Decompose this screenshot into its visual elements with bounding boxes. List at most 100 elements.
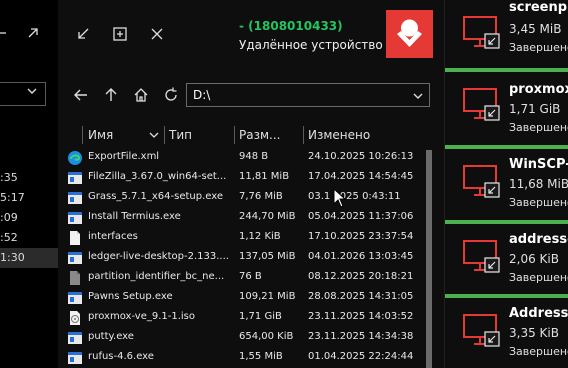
file-date: 23.11.2025 14:03:52 <box>308 311 414 322</box>
restore-arrow-icon[interactable] <box>75 26 91 42</box>
exe-icon <box>68 252 82 264</box>
close-icon[interactable] <box>149 26 165 42</box>
minimize-icon[interactable] <box>0 26 10 40</box>
file-row[interactable]: Grass_5.7.1_x64-setup.exe 7,76 MiB 03.1 … <box>58 188 418 208</box>
home-icon[interactable] <box>132 86 150 104</box>
refresh-icon[interactable] <box>162 86 180 104</box>
remote-monitor-icon <box>463 240 500 273</box>
file-name: Install Termius.exe <box>88 211 181 222</box>
file-name: partition_identifier_bc_ne... <box>88 271 225 282</box>
transfer-list: screenpic_ 3,45 MiB Завершено proxmox- 1… <box>444 0 568 368</box>
exe-icon <box>68 352 82 364</box>
exe-icon <box>68 192 82 204</box>
file-date: 01.04.2025 22:24:44 <box>308 351 414 362</box>
transfer-size: 3,35 KiB <box>509 326 559 340</box>
file-row[interactable]: FileZilla_3.67.0_win64-set... 11,81 MiB … <box>58 168 418 188</box>
transfer-item[interactable]: screenpic_ 3,45 MiB Завершено <box>445 0 568 68</box>
column-header-name[interactable]: Имя <box>88 127 113 143</box>
file-row[interactable]: proxmox-ve_9.1-1.iso 1,71 GiB 23.11.2025… <box>58 308 418 328</box>
transfer-status: Завершено <box>509 271 568 284</box>
file-size: 1,71 GiB <box>239 311 282 322</box>
file-name: ExportFile.xml <box>88 151 160 162</box>
file-row[interactable]: Install Termius.exe 244,70 MiB 05.04.202… <box>58 208 418 228</box>
transfer-size: 2,06 KiB <box>509 252 559 266</box>
back-arrow-icon[interactable] <box>72 86 90 104</box>
file-row[interactable]: ledger-live-desktop-2.133.... 137,05 MiB… <box>58 248 418 268</box>
transfer-size: 11,68 MiB <box>509 177 568 191</box>
progress-bar <box>445 68 568 72</box>
app-logo <box>386 10 433 58</box>
left-row-time-selected[interactable]: 1:30 <box>0 248 58 268</box>
progress-bar <box>445 220 568 224</box>
file-date: 28.08.2025 14:31:05 <box>308 291 414 302</box>
left-row-time[interactable]: :35 <box>0 168 58 188</box>
file-size: 948 B <box>239 151 269 162</box>
file-name: Grass_5.7.1_x64-setup.exe <box>88 191 223 202</box>
file-size: 244,70 MiB <box>239 211 296 222</box>
sort-chevron-icon[interactable] <box>149 132 159 138</box>
file-date: 17.04.2025 14:54:45 <box>308 171 414 182</box>
remote-monitor-icon <box>463 165 500 198</box>
left-row-time[interactable]: 5:17 <box>0 188 58 208</box>
exe-icon <box>68 212 82 224</box>
file-row[interactable]: rufus-4.6.exe 1,55 MiB 01.04.2025 22:24:… <box>58 348 418 368</box>
file-name: putty.exe <box>88 331 134 342</box>
file-row[interactable]: putty.exe 654,00 KiB 23.11.2025 14:34:38 <box>58 328 418 348</box>
column-separator[interactable] <box>82 126 83 144</box>
file-icon <box>70 231 80 245</box>
file-row[interactable]: ExportFile.xml 948 B 24.10.2025 10:26:13 <box>58 148 418 168</box>
transfer-item[interactable]: WinSCP-6 11,68 MiB Завершено <box>445 145 568 217</box>
file-date: 23.11.2025 14:34:38 <box>308 331 414 342</box>
exe-icon <box>68 292 82 304</box>
chevron-down-icon[interactable] <box>413 93 423 99</box>
left-path-select[interactable] <box>0 82 46 106</box>
file-size: 1,12 KiB <box>239 231 281 242</box>
file-date: 24.10.2025 10:26:13 <box>308 151 414 162</box>
file-row[interactable]: interfaces 1,12 KiB 17.10.2025 23:37:54 <box>58 228 418 248</box>
file-name: Pawns Setup.exe <box>88 291 173 302</box>
path-value: D:\ <box>193 88 211 102</box>
column-header-type[interactable]: Тип <box>169 127 192 143</box>
left-row-time[interactable]: :52 <box>0 228 58 248</box>
file-size: 76 B <box>239 271 262 282</box>
file-name: ledger-live-desktop-2.133.... <box>88 251 229 262</box>
exe-icon <box>68 332 82 344</box>
remote-device-label: Удалённое устройство <box>239 38 383 52</box>
transfer-name: Addresses <box>509 306 568 321</box>
transfer-name: screenpic_ <box>509 0 568 15</box>
transfer-item[interactable]: proxmox- 1,71 GiB Завершено <box>445 68 568 140</box>
remote-file-panel: - (1808010433) Удалённое устройство D:\ … <box>58 0 444 368</box>
column-separator[interactable] <box>234 126 235 144</box>
vertical-scrollbar[interactable] <box>426 148 433 368</box>
iso-icon <box>70 311 80 325</box>
transfer-status: Завершено <box>509 41 568 54</box>
column-separator[interactable] <box>303 126 304 144</box>
column-header-modified[interactable]: Изменено <box>308 127 370 143</box>
file-gray-icon <box>70 271 80 285</box>
maximize-arrow-icon[interactable] <box>26 26 40 40</box>
anydesk-logo-icon <box>397 19 422 47</box>
column-separator[interactable] <box>164 126 165 144</box>
left-row-time[interactable]: :09 <box>0 208 58 228</box>
new-window-icon[interactable] <box>112 26 128 42</box>
column-header-size[interactable]: Разм... <box>239 127 280 143</box>
progress-bar <box>445 294 568 298</box>
file-date: 03.1 2025 0:43:11 <box>308 191 401 202</box>
file-name: proxmox-ve_9.1-1.iso <box>88 311 196 322</box>
transfer-item[interactable]: addresses 2,06 KiB Завершено <box>445 220 568 292</box>
file-size: 109,21 MiB <box>239 291 296 302</box>
file-date: 17.10.2025 23:37:54 <box>308 231 414 242</box>
transfer-item[interactable]: Addresses 3,35 KiB Завершено <box>445 294 568 366</box>
file-name: FileZilla_3.67.0_win64-set... <box>88 171 227 182</box>
scrollbar-thumb[interactable] <box>426 150 432 368</box>
progress-bar <box>445 145 568 149</box>
up-arrow-icon[interactable] <box>102 86 120 104</box>
transfer-size: 1,71 GiB <box>509 102 561 116</box>
path-input[interactable]: D:\ <box>186 83 430 107</box>
file-size: 11,81 MiB <box>239 171 290 182</box>
file-row[interactable]: partition_identifier_bc_ne... 76 B 08.12… <box>58 268 418 288</box>
file-size: 654,00 KiB <box>239 331 294 342</box>
file-row[interactable]: Pawns Setup.exe 109,21 MiB 28.08.2025 14… <box>58 288 418 308</box>
transfer-size: 3,45 MiB <box>509 22 562 36</box>
chevron-down-icon <box>27 88 37 94</box>
